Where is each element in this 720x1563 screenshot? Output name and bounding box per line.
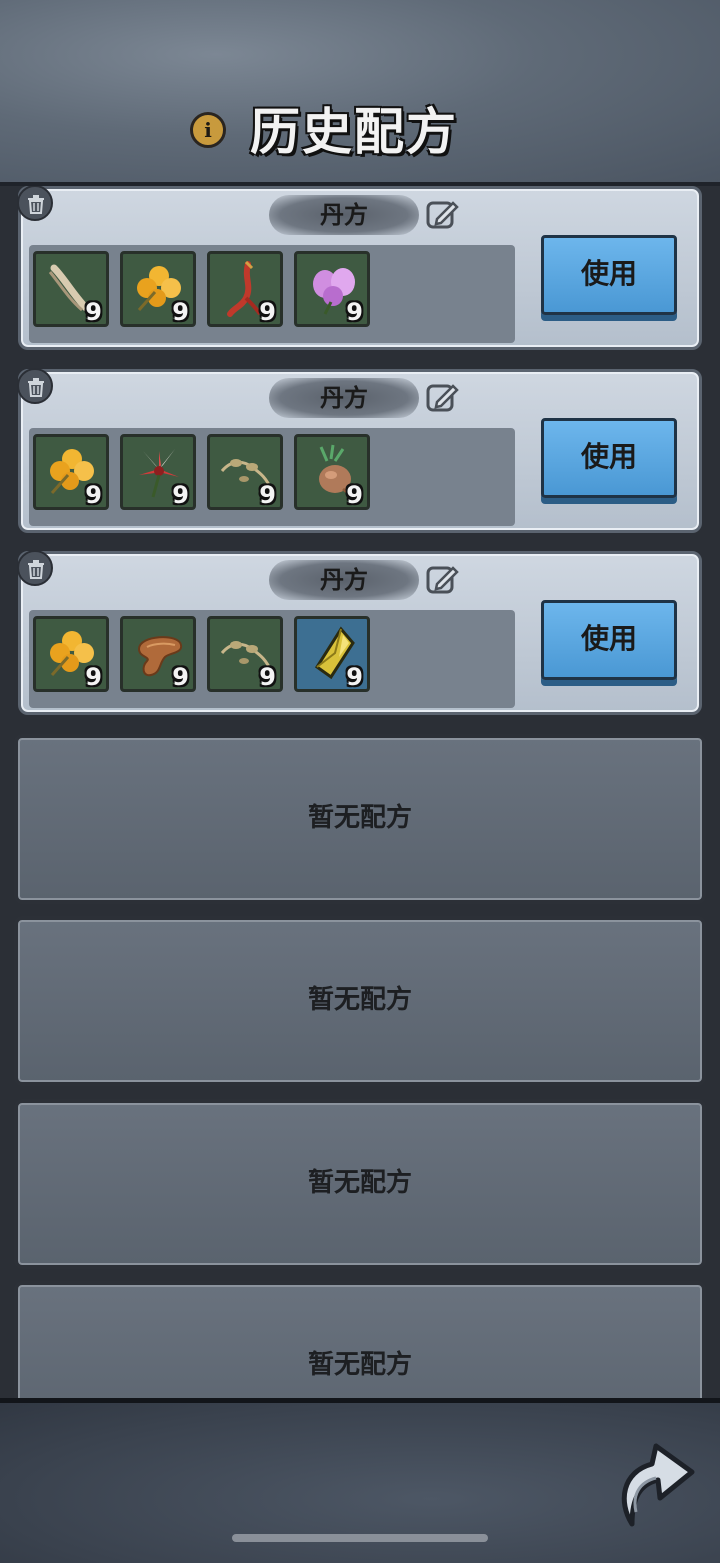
edit-icon[interactable] — [425, 380, 461, 416]
item-quantity: 9 — [259, 298, 276, 326]
home-indicator — [232, 1534, 488, 1542]
item-quantity: 9 — [85, 481, 102, 509]
recipe-name: 丹方 — [269, 378, 419, 418]
page-title: 历史配方 — [250, 102, 458, 161]
item-quantity: 9 — [259, 663, 276, 691]
empty-recipe-slot: 暂无配方 — [14, 1099, 706, 1269]
ingredient-slots: 9 9 9 9 — [29, 610, 515, 708]
header: i 历史配方 — [0, 0, 720, 186]
item-quantity: 9 — [172, 298, 189, 326]
ingredient-slot[interactable]: 9 — [294, 616, 370, 692]
trash-icon[interactable] — [17, 368, 53, 404]
use-button[interactable]: 使用 — [541, 600, 677, 680]
item-quantity: 9 — [346, 298, 363, 326]
ingredient-slot[interactable]: 9 — [120, 251, 196, 327]
recipe-card: 丹方 9 9 9 9 使用 — [17, 186, 702, 350]
info-icon[interactable]: i — [190, 112, 226, 148]
item-quantity: 9 — [85, 663, 102, 691]
trash-icon[interactable] — [17, 186, 53, 221]
item-quantity: 9 — [346, 481, 363, 509]
item-quantity: 9 — [259, 481, 276, 509]
ingredient-slot[interactable]: 9 — [33, 616, 109, 692]
empty-recipe-slot: 暂无配方 — [14, 916, 706, 1086]
item-quantity: 9 — [172, 663, 189, 691]
ingredient-slot[interactable]: 9 — [207, 251, 283, 327]
recipe-list[interactable]: 丹方 9 9 9 9 使用 丹方 9 9 9 9 使用 丹方 9 9 9 9 使… — [0, 186, 720, 1400]
back-arrow-icon[interactable] — [612, 1432, 696, 1528]
trash-icon[interactable] — [17, 550, 53, 586]
ingredient-slot[interactable]: 9 — [294, 434, 370, 510]
empty-recipe-slot: 暂无配方 — [14, 734, 706, 904]
item-quantity: 9 — [346, 663, 363, 691]
ingredient-slot[interactable]: 9 — [33, 434, 109, 510]
ingredient-slot[interactable]: 9 — [33, 251, 109, 327]
ingredient-slots: 9 9 9 9 — [29, 245, 515, 343]
recipe-name: 丹方 — [269, 195, 419, 235]
ingredient-slot[interactable]: 9 — [120, 616, 196, 692]
ingredient-slot[interactable]: 9 — [120, 434, 196, 510]
ingredient-slot[interactable]: 9 — [294, 251, 370, 327]
edit-icon[interactable] — [425, 562, 461, 598]
item-quantity: 9 — [85, 298, 102, 326]
recipe-card: 丹方 9 9 9 9 使用 — [17, 368, 702, 533]
edit-icon[interactable] — [425, 197, 461, 233]
empty-recipe-slot: 暂无配方 — [14, 1281, 706, 1400]
ingredient-slot[interactable]: 9 — [207, 616, 283, 692]
ingredient-slot[interactable]: 9 — [207, 434, 283, 510]
recipe-card: 丹方 9 9 9 9 使用 — [17, 550, 702, 715]
use-button[interactable]: 使用 — [541, 418, 677, 498]
use-button[interactable]: 使用 — [541, 235, 677, 315]
recipe-name: 丹方 — [269, 560, 419, 600]
ingredient-slots: 9 9 9 9 — [29, 428, 515, 526]
item-quantity: 9 — [172, 481, 189, 509]
